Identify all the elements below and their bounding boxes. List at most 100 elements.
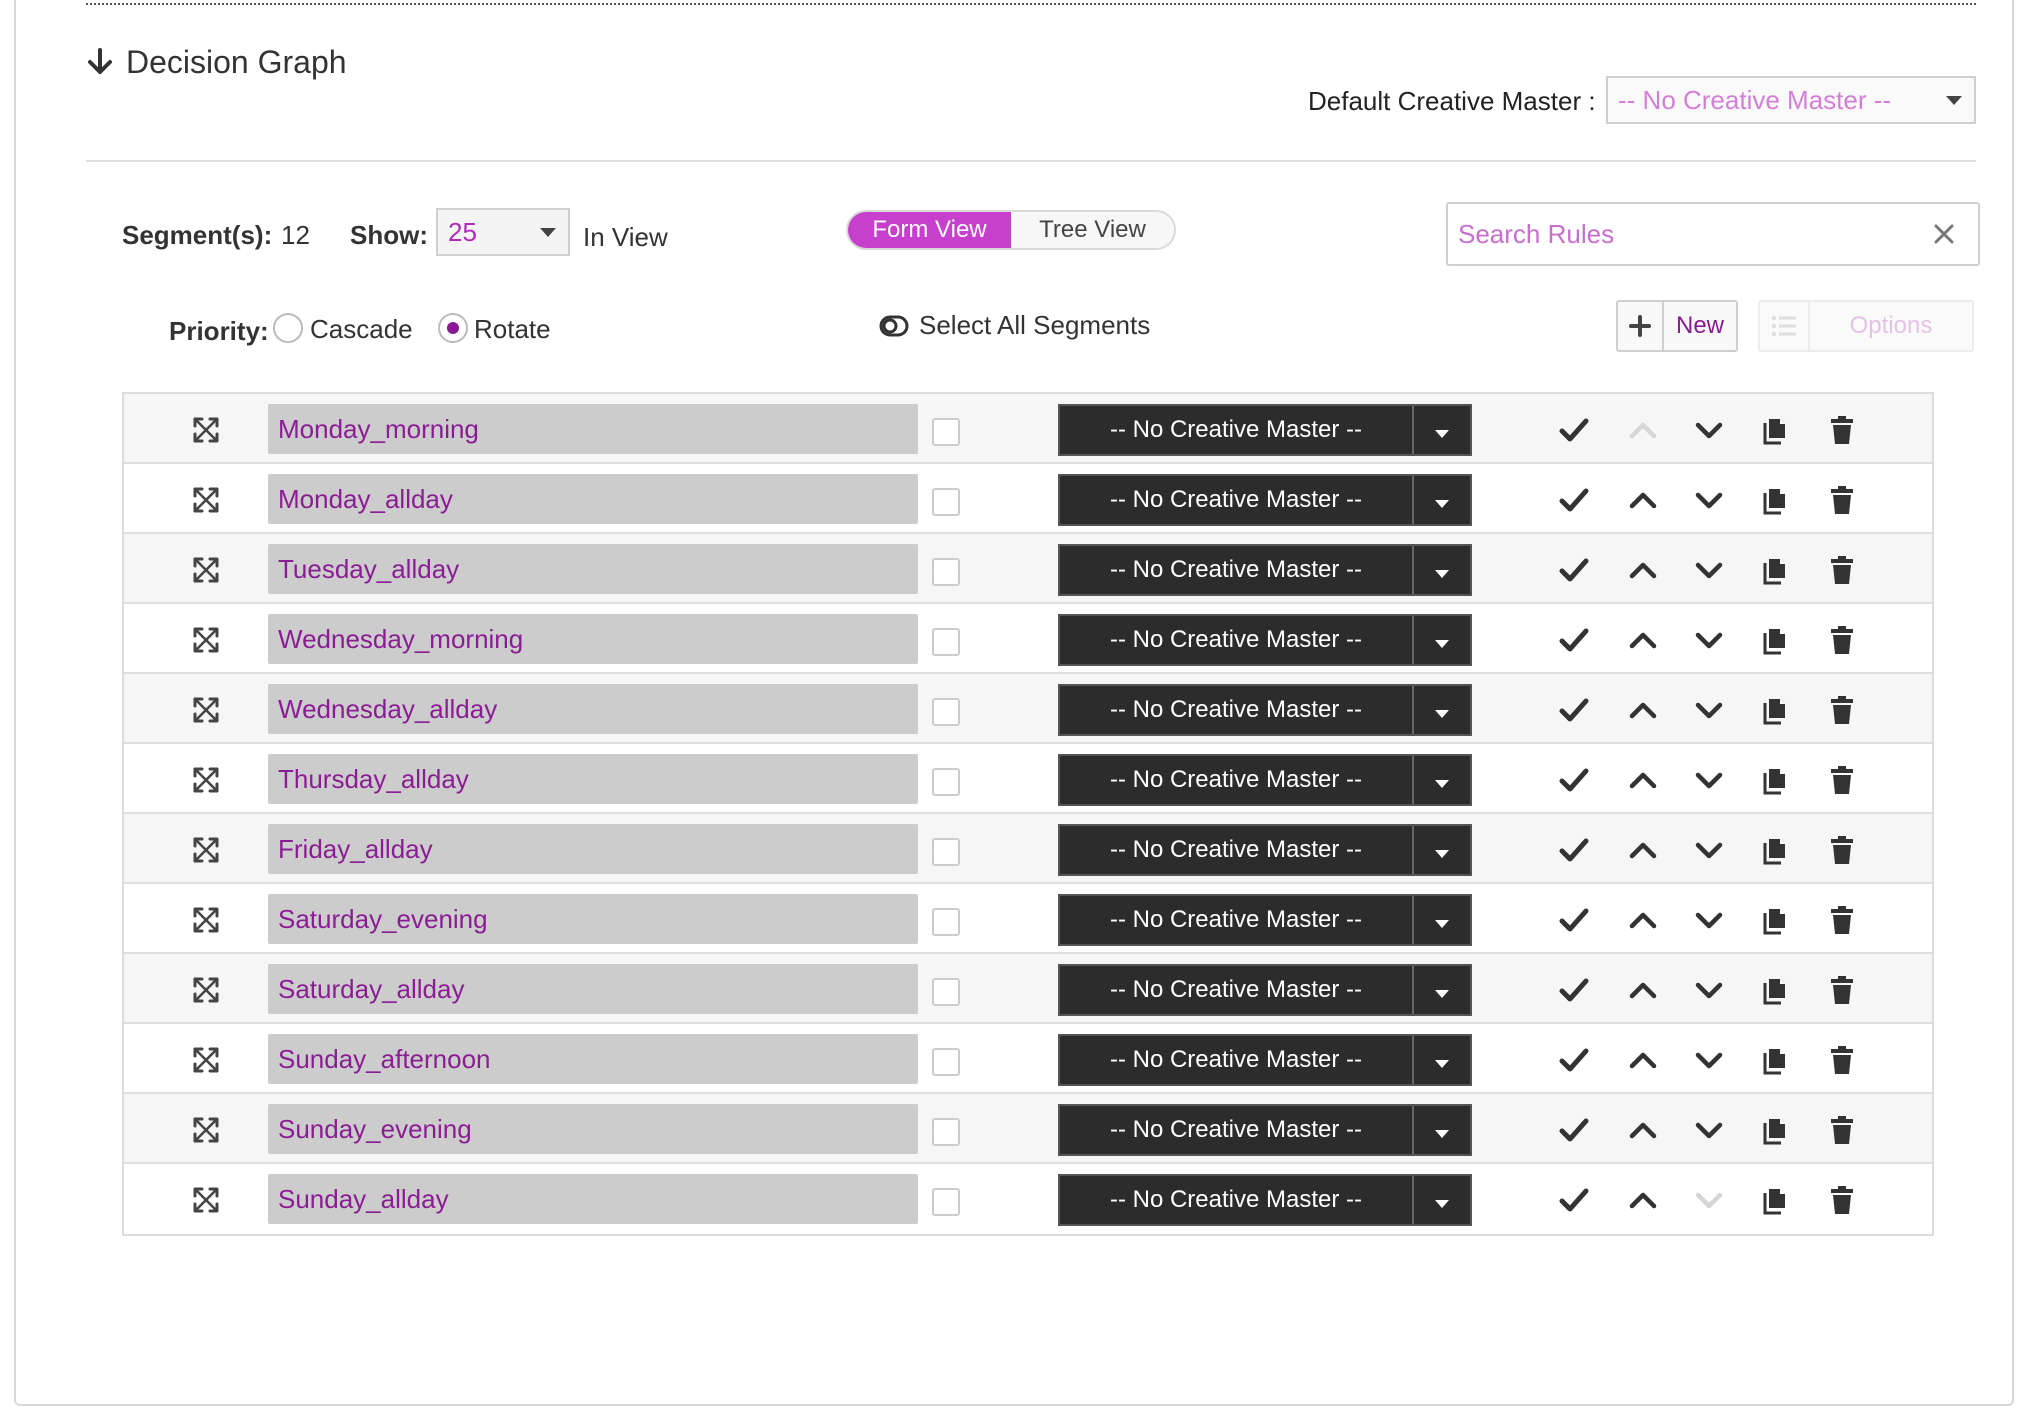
segment-checkbox[interactable]	[932, 978, 960, 1006]
segment-name[interactable]: Saturday_allday	[268, 964, 918, 1014]
segment-name[interactable]: Wednesday_allday	[268, 684, 918, 734]
tree-view-button[interactable]: Tree View	[1011, 212, 1174, 248]
segment-checkbox[interactable]	[932, 628, 960, 656]
check-icon[interactable]	[1558, 484, 1590, 516]
check-icon[interactable]	[1558, 1044, 1590, 1076]
segment-name[interactable]: Sunday_evening	[268, 1104, 918, 1154]
caret-down-icon[interactable]	[1414, 1036, 1470, 1084]
check-icon[interactable]	[1558, 694, 1590, 726]
default-creative-master-select[interactable]: -- No Creative Master --	[1606, 76, 1976, 124]
segment-checkbox[interactable]	[932, 558, 960, 586]
creative-master-select[interactable]: -- No Creative Master --	[1058, 1034, 1472, 1086]
drag-handle-icon[interactable]	[192, 1186, 220, 1214]
copy-icon[interactable]	[1760, 484, 1792, 516]
copy-icon[interactable]	[1760, 834, 1792, 866]
copy-icon[interactable]	[1760, 904, 1792, 936]
move-up-icon[interactable]	[1627, 1184, 1659, 1216]
move-down-icon[interactable]	[1693, 694, 1725, 726]
trash-icon[interactable]	[1826, 974, 1858, 1006]
options-button[interactable]: Options	[1758, 300, 1974, 352]
drag-handle-icon[interactable]	[192, 766, 220, 794]
move-up-icon[interactable]	[1627, 904, 1659, 936]
check-icon[interactable]	[1558, 1184, 1590, 1216]
check-icon[interactable]	[1558, 764, 1590, 796]
trash-icon[interactable]	[1826, 484, 1858, 516]
drag-handle-icon[interactable]	[192, 696, 220, 724]
check-icon[interactable]	[1558, 554, 1590, 586]
priority-rotate-radio[interactable]	[438, 313, 468, 343]
segment-checkbox[interactable]	[932, 418, 960, 446]
form-view-button[interactable]: Form View	[848, 212, 1011, 248]
caret-down-icon[interactable]	[1414, 756, 1470, 804]
segment-name[interactable]: Sunday_afternoon	[268, 1034, 918, 1084]
copy-icon[interactable]	[1760, 694, 1792, 726]
check-icon[interactable]	[1558, 834, 1590, 866]
segment-checkbox[interactable]	[932, 908, 960, 936]
move-down-icon[interactable]	[1693, 414, 1725, 446]
move-down-icon[interactable]	[1693, 974, 1725, 1006]
creative-master-select[interactable]: -- No Creative Master --	[1058, 894, 1472, 946]
trash-icon[interactable]	[1826, 904, 1858, 936]
copy-icon[interactable]	[1760, 764, 1792, 796]
new-segment-button[interactable]: New	[1616, 300, 1738, 352]
move-up-icon[interactable]	[1627, 484, 1659, 516]
drag-handle-icon[interactable]	[192, 1116, 220, 1144]
caret-down-icon[interactable]	[1414, 896, 1470, 944]
drag-handle-icon[interactable]	[192, 836, 220, 864]
move-up-icon[interactable]	[1627, 1114, 1659, 1146]
segment-name[interactable]: Sunday_allday	[268, 1174, 918, 1224]
check-icon[interactable]	[1558, 904, 1590, 936]
move-up-icon[interactable]	[1627, 834, 1659, 866]
segment-name[interactable]: Thursday_allday	[268, 754, 918, 804]
creative-master-select[interactable]: -- No Creative Master --	[1058, 404, 1472, 456]
trash-icon[interactable]	[1826, 624, 1858, 656]
priority-cascade-radio[interactable]	[273, 313, 303, 343]
caret-down-icon[interactable]	[1414, 1176, 1470, 1224]
move-down-icon[interactable]	[1693, 764, 1725, 796]
trash-icon[interactable]	[1826, 1114, 1858, 1146]
caret-down-icon[interactable]	[1414, 476, 1470, 524]
segment-name[interactable]: Friday_allday	[268, 824, 918, 874]
segment-checkbox[interactable]	[932, 1118, 960, 1146]
move-up-icon[interactable]	[1627, 974, 1659, 1006]
caret-down-icon[interactable]	[1414, 966, 1470, 1014]
segment-checkbox[interactable]	[932, 768, 960, 796]
trash-icon[interactable]	[1826, 554, 1858, 586]
move-up-icon[interactable]	[1627, 764, 1659, 796]
segment-checkbox[interactable]	[932, 1188, 960, 1216]
copy-icon[interactable]	[1760, 1114, 1792, 1146]
caret-down-icon[interactable]	[1414, 1106, 1470, 1154]
move-down-icon[interactable]	[1693, 484, 1725, 516]
drag-handle-icon[interactable]	[192, 486, 220, 514]
drag-handle-icon[interactable]	[192, 906, 220, 934]
move-down-icon[interactable]	[1693, 904, 1725, 936]
trash-icon[interactable]	[1826, 1044, 1858, 1076]
caret-down-icon[interactable]	[1414, 686, 1470, 734]
creative-master-select[interactable]: -- No Creative Master --	[1058, 544, 1472, 596]
copy-icon[interactable]	[1760, 554, 1792, 586]
check-icon[interactable]	[1558, 1114, 1590, 1146]
move-down-icon[interactable]	[1693, 834, 1725, 866]
trash-icon[interactable]	[1826, 414, 1858, 446]
move-up-icon[interactable]	[1627, 554, 1659, 586]
segment-name[interactable]: Wednesday_morning	[268, 614, 918, 664]
caret-down-icon[interactable]	[1414, 616, 1470, 664]
trash-icon[interactable]	[1826, 834, 1858, 866]
creative-master-select[interactable]: -- No Creative Master --	[1058, 474, 1472, 526]
caret-down-icon[interactable]	[1414, 546, 1470, 594]
drag-handle-icon[interactable]	[192, 626, 220, 654]
select-all-segments-toggle[interactable]: Select All Segments	[879, 310, 1150, 341]
creative-master-select[interactable]: -- No Creative Master --	[1058, 824, 1472, 876]
segment-checkbox[interactable]	[932, 698, 960, 726]
segment-name[interactable]: Monday_allday	[268, 474, 918, 524]
copy-icon[interactable]	[1760, 624, 1792, 656]
move-down-icon[interactable]	[1693, 1114, 1725, 1146]
segment-name[interactable]: Tuesday_allday	[268, 544, 918, 594]
creative-master-select[interactable]: -- No Creative Master --	[1058, 1174, 1472, 1226]
segment-checkbox[interactable]	[932, 488, 960, 516]
copy-icon[interactable]	[1760, 1044, 1792, 1076]
move-down-icon[interactable]	[1693, 624, 1725, 656]
creative-master-select[interactable]: -- No Creative Master --	[1058, 754, 1472, 806]
drag-handle-icon[interactable]	[192, 976, 220, 1004]
close-icon[interactable]	[1930, 220, 1958, 248]
